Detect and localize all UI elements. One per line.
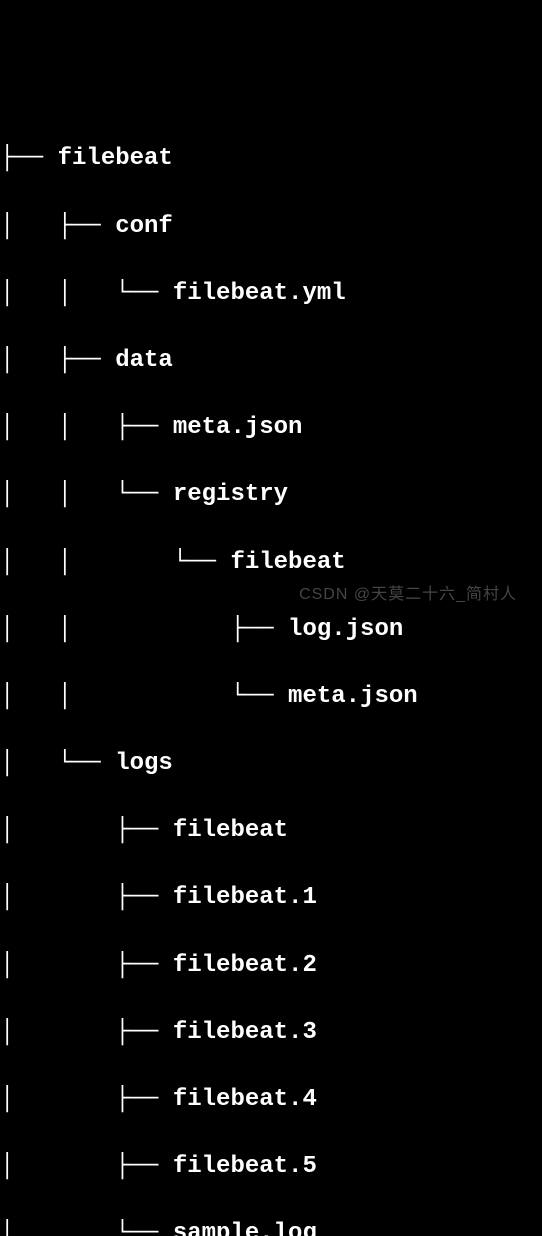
watermark-text: CSDN @天莫二十六_简村人 — [299, 584, 517, 606]
tree-row-sample-log: │ └── sample.log — [0, 1217, 542, 1236]
tree-row-registry: │ │ └── registry — [0, 478, 542, 512]
tree-row-filebeat-4: │ ├── filebeat.4 — [0, 1083, 542, 1117]
tree-row-logs-filebeat: │ ├── filebeat — [0, 814, 542, 848]
tree-row-filebeat-yml: │ │ └── filebeat.yml — [0, 277, 542, 311]
tree-row-conf: │ ├── conf — [0, 210, 542, 244]
tree-row-filebeat-3: │ ├── filebeat.3 — [0, 1016, 542, 1050]
tree-row-filebeat-5: │ ├── filebeat.5 — [0, 1150, 542, 1184]
tree-row-filebeat-2: │ ├── filebeat.2 — [0, 949, 542, 983]
tree-row-logs: │ └── logs — [0, 747, 542, 781]
tree-row-registry-filebeat: │ │ └── filebeat — [0, 546, 542, 580]
tree-row-filebeat: ├── filebeat — [0, 142, 542, 176]
tree-row-registry-meta-json: │ │ └── meta.json — [0, 680, 542, 714]
tree-row-data: │ ├── data — [0, 344, 542, 378]
tree-row-meta-json: │ │ ├── meta.json — [0, 411, 542, 445]
tree-row-filebeat-1: │ ├── filebeat.1 — [0, 881, 542, 915]
